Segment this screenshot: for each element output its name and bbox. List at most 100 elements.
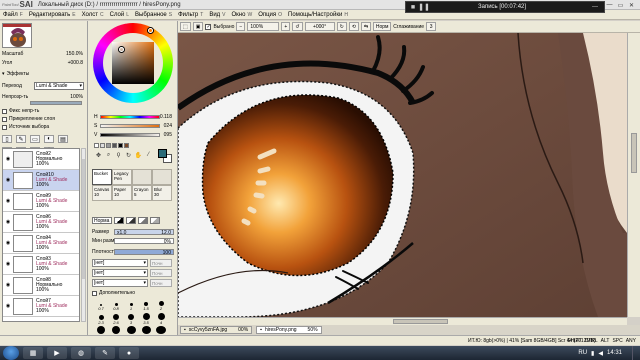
visibility-icon[interactable]: ◉: [5, 303, 11, 309]
taskbar-media-icon[interactable]: ▶: [47, 347, 67, 359]
size-preset[interactable]: 0.7: [94, 298, 108, 311]
deselect-button[interactable]: ▣: [192, 22, 204, 31]
scrollbar-thumb[interactable]: [393, 319, 448, 324]
menu-help[interactable]: Помощь/Настройки H: [285, 12, 351, 18]
layer-item[interactable]: ◉ Слой9 Lumi & Shade 100%: [3, 191, 79, 212]
min-size-slider[interactable]: 0%: [114, 237, 174, 245]
layer-item[interactable]: ◉ Слой3 Lumi & Shade 100%: [3, 254, 79, 275]
swatch[interactable]: [124, 143, 129, 148]
size-preset[interactable]: 0.8: [109, 298, 123, 311]
sv-marker[interactable]: [119, 47, 124, 52]
move-icon[interactable]: ✥: [94, 151, 103, 159]
layer-item[interactable]: ◉ Слой2 Нормально 100%: [3, 149, 79, 170]
taskbar-app-icon[interactable]: ◍: [71, 347, 91, 359]
show-desktop-button[interactable]: [632, 346, 640, 360]
rotate-icon[interactable]: ↻: [124, 151, 133, 159]
visibility-icon[interactable]: ◉: [5, 261, 11, 267]
size-preset[interactable]: 3.5: [139, 312, 153, 325]
pause-icon[interactable]: ❚❚: [418, 3, 430, 11]
zoom-icon[interactable]: ⌕: [104, 151, 113, 159]
texture-strength-3[interactable]: Почн: [150, 279, 172, 287]
brush-crayon[interactable]: Crayon 5: [132, 185, 152, 201]
recorder-minimize-button[interactable]: —: [592, 4, 598, 10]
menu-window[interactable]: Окно W: [229, 12, 256, 18]
tip-shape-softest[interactable]: [150, 217, 160, 224]
scrollbar-thumb[interactable]: [631, 133, 637, 173]
reset-rotation-button[interactable]: ⟲: [348, 22, 359, 31]
visibility-icon[interactable]: ◉: [5, 198, 11, 204]
menu-filter[interactable]: Фильтр T: [175, 12, 206, 18]
menu-selection[interactable]: Выбранное S: [132, 12, 175, 18]
opacity-slider[interactable]: [30, 101, 82, 105]
rotation-field[interactable]: +000°: [304, 22, 335, 31]
size-preset[interactable]: 2: [154, 298, 168, 311]
layer-item[interactable]: ◉ Слой7 Lumi & Shade 100%: [3, 296, 79, 317]
hue-marker[interactable]: [148, 28, 153, 33]
swatch[interactable]: [106, 143, 111, 148]
advanced-section[interactable]: Дополнительно: [92, 290, 135, 296]
visibility-icon[interactable]: ◉: [5, 219, 11, 225]
texture-dropdown-2[interactable]: [нет]: [92, 269, 148, 277]
drawing-canvas[interactable]: [178, 33, 627, 317]
clip-layer-checkbox[interactable]: Прикрепление слоя: [2, 116, 55, 122]
brush-paper[interactable]: Paper 10: [112, 185, 132, 201]
stabilizer-field[interactable]: 3: [426, 22, 437, 31]
new-linework-icon[interactable]: ✎: [16, 135, 26, 143]
blend-mode-dropdown[interactable]: Lumi & Shade: [34, 82, 84, 90]
language-indicator[interactable]: RU: [578, 350, 587, 356]
layer-item[interactable]: ◉ Слой8 Нормально 100%: [3, 275, 79, 296]
swatch[interactable]: [112, 143, 117, 148]
lasso-icon[interactable]: ϙ: [114, 151, 123, 159]
menu-canvas[interactable]: Холст C: [79, 12, 107, 18]
rotate-right-button[interactable]: ↻: [336, 22, 347, 31]
brush-canvas[interactable]: Canvas 10: [92, 185, 112, 201]
menu-option[interactable]: Опция O: [255, 12, 285, 18]
rotate-left-button[interactable]: ↺: [292, 22, 303, 31]
brush-legacy-pen[interactable]: Legacy Pen: [112, 169, 132, 185]
visibility-icon[interactable]: ◉: [5, 282, 11, 288]
brush-size-slider[interactable]: x1.0 12.0: [114, 228, 174, 236]
swatch[interactable]: [94, 143, 99, 148]
brush-blur[interactable]: Blur 30: [152, 185, 172, 201]
zoom-value[interactable]: 150.0%: [66, 51, 83, 57]
taskbar-recorder-icon[interactable]: ●: [119, 347, 139, 359]
navigator-preview[interactable]: [2, 23, 32, 48]
density-slider[interactable]: 100: [114, 248, 174, 256]
menu-file[interactable]: Файл F: [0, 12, 26, 18]
size-preset[interactable]: 1: [124, 298, 138, 311]
menu-view[interactable]: Вид V: [206, 12, 228, 18]
new-folder-icon[interactable]: ▭: [30, 135, 40, 143]
hue-slider[interactable]: [100, 115, 160, 119]
tip-shape-soft[interactable]: [138, 217, 148, 224]
select-all-button[interactable]: ⬚: [180, 22, 191, 31]
clock[interactable]: 14:31: [607, 350, 622, 356]
size-preset[interactable]: 4: [154, 312, 168, 325]
layer-item-selected[interactable]: ◉ Слой10 Lumi & Shade 100%: [3, 170, 79, 191]
zoom-field[interactable]: 100%: [247, 22, 280, 31]
layer-item[interactable]: ◉ Слой6 Lumi & Shade 100%: [3, 212, 79, 233]
size-preset[interactable]: 2.6: [109, 312, 123, 325]
visibility-icon[interactable]: ◉: [5, 240, 11, 246]
record-icon[interactable]: ■: [409, 3, 417, 11]
eyedropper-icon[interactable]: ⁄: [144, 151, 153, 159]
protect-opacity-checkbox[interactable]: Фикс непр-ть: [2, 108, 39, 114]
brush-slot-empty[interactable]: [132, 169, 152, 185]
texture-dropdown-1[interactable]: [нет]: [92, 259, 148, 267]
layer-item[interactable]: ◉ Слой4 Lumi & Shade 100%: [3, 233, 79, 254]
brush-mode-select[interactable]: Норма: [92, 217, 112, 224]
angle-value[interactable]: +000.8: [68, 60, 83, 66]
brush-bucket[interactable]: Bucket: [92, 169, 112, 185]
size-preset[interactable]: 1.5: [139, 298, 153, 311]
fg-bg-colors[interactable]: [158, 149, 172, 163]
flip-button[interactable]: ⇆: [360, 22, 372, 31]
canvas-vertical-scrollbar[interactable]: [627, 33, 640, 317]
start-button[interactable]: [3, 346, 19, 360]
doc-tab[interactable]: ▪ scCyvy5znFA.jpg 00%: [180, 326, 253, 334]
maximize-button[interactable]: ▭: [616, 1, 625, 9]
mask-icon[interactable]: ◐: [44, 135, 54, 143]
taskbar-explorer-icon[interactable]: ▦: [23, 347, 43, 359]
brush-slot-empty[interactable]: [152, 169, 172, 185]
texture-dropdown-3[interactable]: [нет]: [92, 279, 148, 287]
menu-layer[interactable]: Слой L: [107, 12, 132, 18]
size-preset[interactable]: 2.3: [94, 312, 108, 325]
